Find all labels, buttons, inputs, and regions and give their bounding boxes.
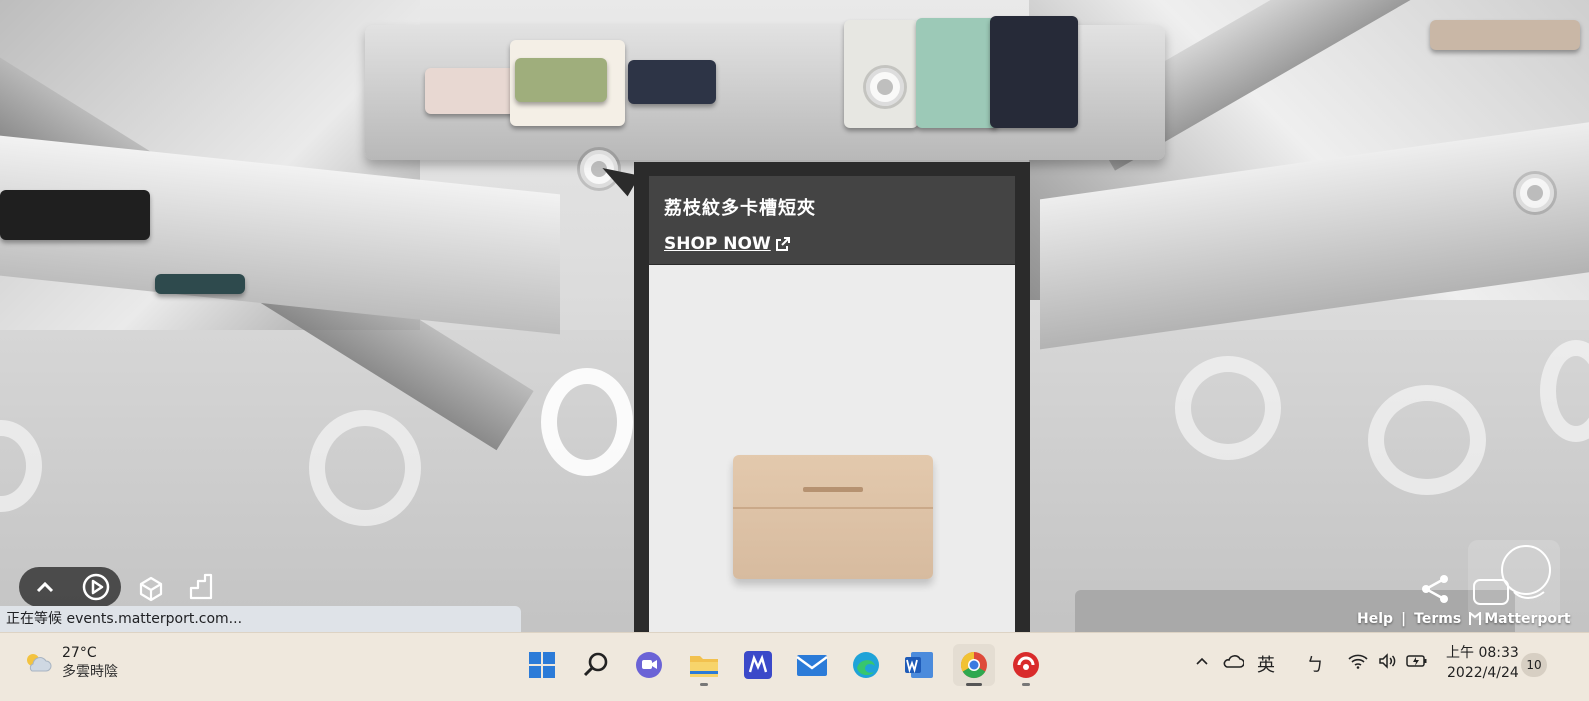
browser-status-bar: 正在等候 events.matterport.com...	[0, 606, 521, 632]
weather-temp: 27°C	[62, 645, 97, 661]
teams-chat-icon[interactable]	[631, 647, 667, 683]
chevron-up-icon[interactable]	[28, 570, 62, 604]
product-title: 荔枝紋多卡槽短夾	[664, 198, 816, 219]
partly-cloudy-icon	[27, 654, 52, 672]
matterport-logo-icon	[1469, 612, 1482, 625]
watermark-sticker	[1468, 540, 1560, 620]
onedrive-cloud-icon[interactable]	[1222, 653, 1245, 673]
word-icon[interactable]	[901, 647, 937, 683]
product-wallet-olive	[515, 58, 607, 102]
product-popup: 荔枝紋多卡槽短夾 SHOP NOW	[634, 162, 1030, 640]
matterport-footer-links: Help | Terms Matterport	[1357, 611, 1571, 627]
navigation-ring[interactable]	[309, 410, 421, 526]
clock-date: 2022/4/24	[1447, 665, 1519, 681]
running-indicator	[700, 683, 708, 686]
product-bag-teal	[155, 274, 245, 294]
running-indicator	[1022, 683, 1030, 686]
product-hotspot[interactable]	[1516, 174, 1554, 212]
product-wallet-photo	[733, 455, 933, 579]
product-wallet-mint	[916, 18, 998, 128]
windows-start-icon[interactable]	[524, 647, 560, 683]
product-wallet-navy	[990, 16, 1078, 128]
running-indicator-active	[966, 683, 982, 686]
search-icon[interactable]	[578, 647, 614, 683]
file-explorer-icon[interactable]	[686, 647, 722, 683]
chrome-icon[interactable]	[953, 644, 995, 686]
tour-controls	[19, 567, 121, 607]
app-m-icon[interactable]	[740, 647, 776, 683]
product-bag-right	[1430, 20, 1580, 50]
navigation-ring[interactable]	[541, 368, 633, 476]
volume-icon[interactable]	[1378, 653, 1398, 673]
wallet-seam	[733, 507, 933, 509]
navigation-ring[interactable]	[1175, 356, 1281, 460]
floorplan-icon[interactable]	[184, 570, 218, 604]
product-wallet-navy-small	[628, 60, 716, 104]
shop-now-link[interactable]: SHOP NOW	[664, 234, 791, 254]
battery-icon[interactable]	[1406, 653, 1428, 673]
help-link[interactable]: Help	[1357, 611, 1393, 627]
dollhouse-icon[interactable]	[134, 570, 168, 604]
matterport-logo-link[interactable]: Matterport	[1469, 611, 1571, 627]
clock-time: 上午 08:33	[1446, 645, 1519, 661]
system-clock[interactable]: 上午 08:33 2022/4/24	[1446, 643, 1519, 683]
app-red-icon[interactable]	[1008, 647, 1044, 683]
navigation-ring[interactable]	[1368, 385, 1486, 495]
windows-taskbar: 27°C 多雲時陰 英 ㄅ 上午 08:33 2022/4/24 10	[0, 632, 1589, 701]
play-icon[interactable]	[79, 570, 113, 604]
product-bag-black	[0, 190, 150, 240]
ime-language-indicator[interactable]: 英	[1257, 651, 1275, 677]
show-hidden-icons-chevron-up-icon[interactable]	[1195, 653, 1209, 672]
share-icon[interactable]	[1418, 572, 1452, 606]
weather-widget[interactable]: 27°C 多雲時陰	[24, 645, 118, 681]
terms-link[interactable]: Terms	[1414, 611, 1461, 627]
footer-separator: |	[1401, 611, 1407, 627]
external-link-icon	[775, 237, 790, 251]
mail-icon[interactable]	[794, 647, 830, 683]
wifi-icon[interactable]	[1348, 653, 1368, 673]
product-wallet-pink	[425, 68, 515, 114]
notification-count-badge[interactable]: 10	[1521, 653, 1547, 677]
product-image	[649, 265, 1015, 640]
weather-desc: 多雲時陰	[62, 664, 118, 680]
edge-icon[interactable]	[848, 647, 884, 683]
popup-header: 荔枝紋多卡槽短夾 SHOP NOW	[649, 176, 1015, 264]
shop-now-label[interactable]: SHOP NOW	[664, 234, 771, 254]
product-hotspot[interactable]	[866, 68, 904, 106]
brand-mark	[803, 487, 863, 492]
ime-mode-indicator[interactable]: ㄅ	[1306, 651, 1324, 677]
matterport-label[interactable]: Matterport	[1484, 611, 1570, 627]
